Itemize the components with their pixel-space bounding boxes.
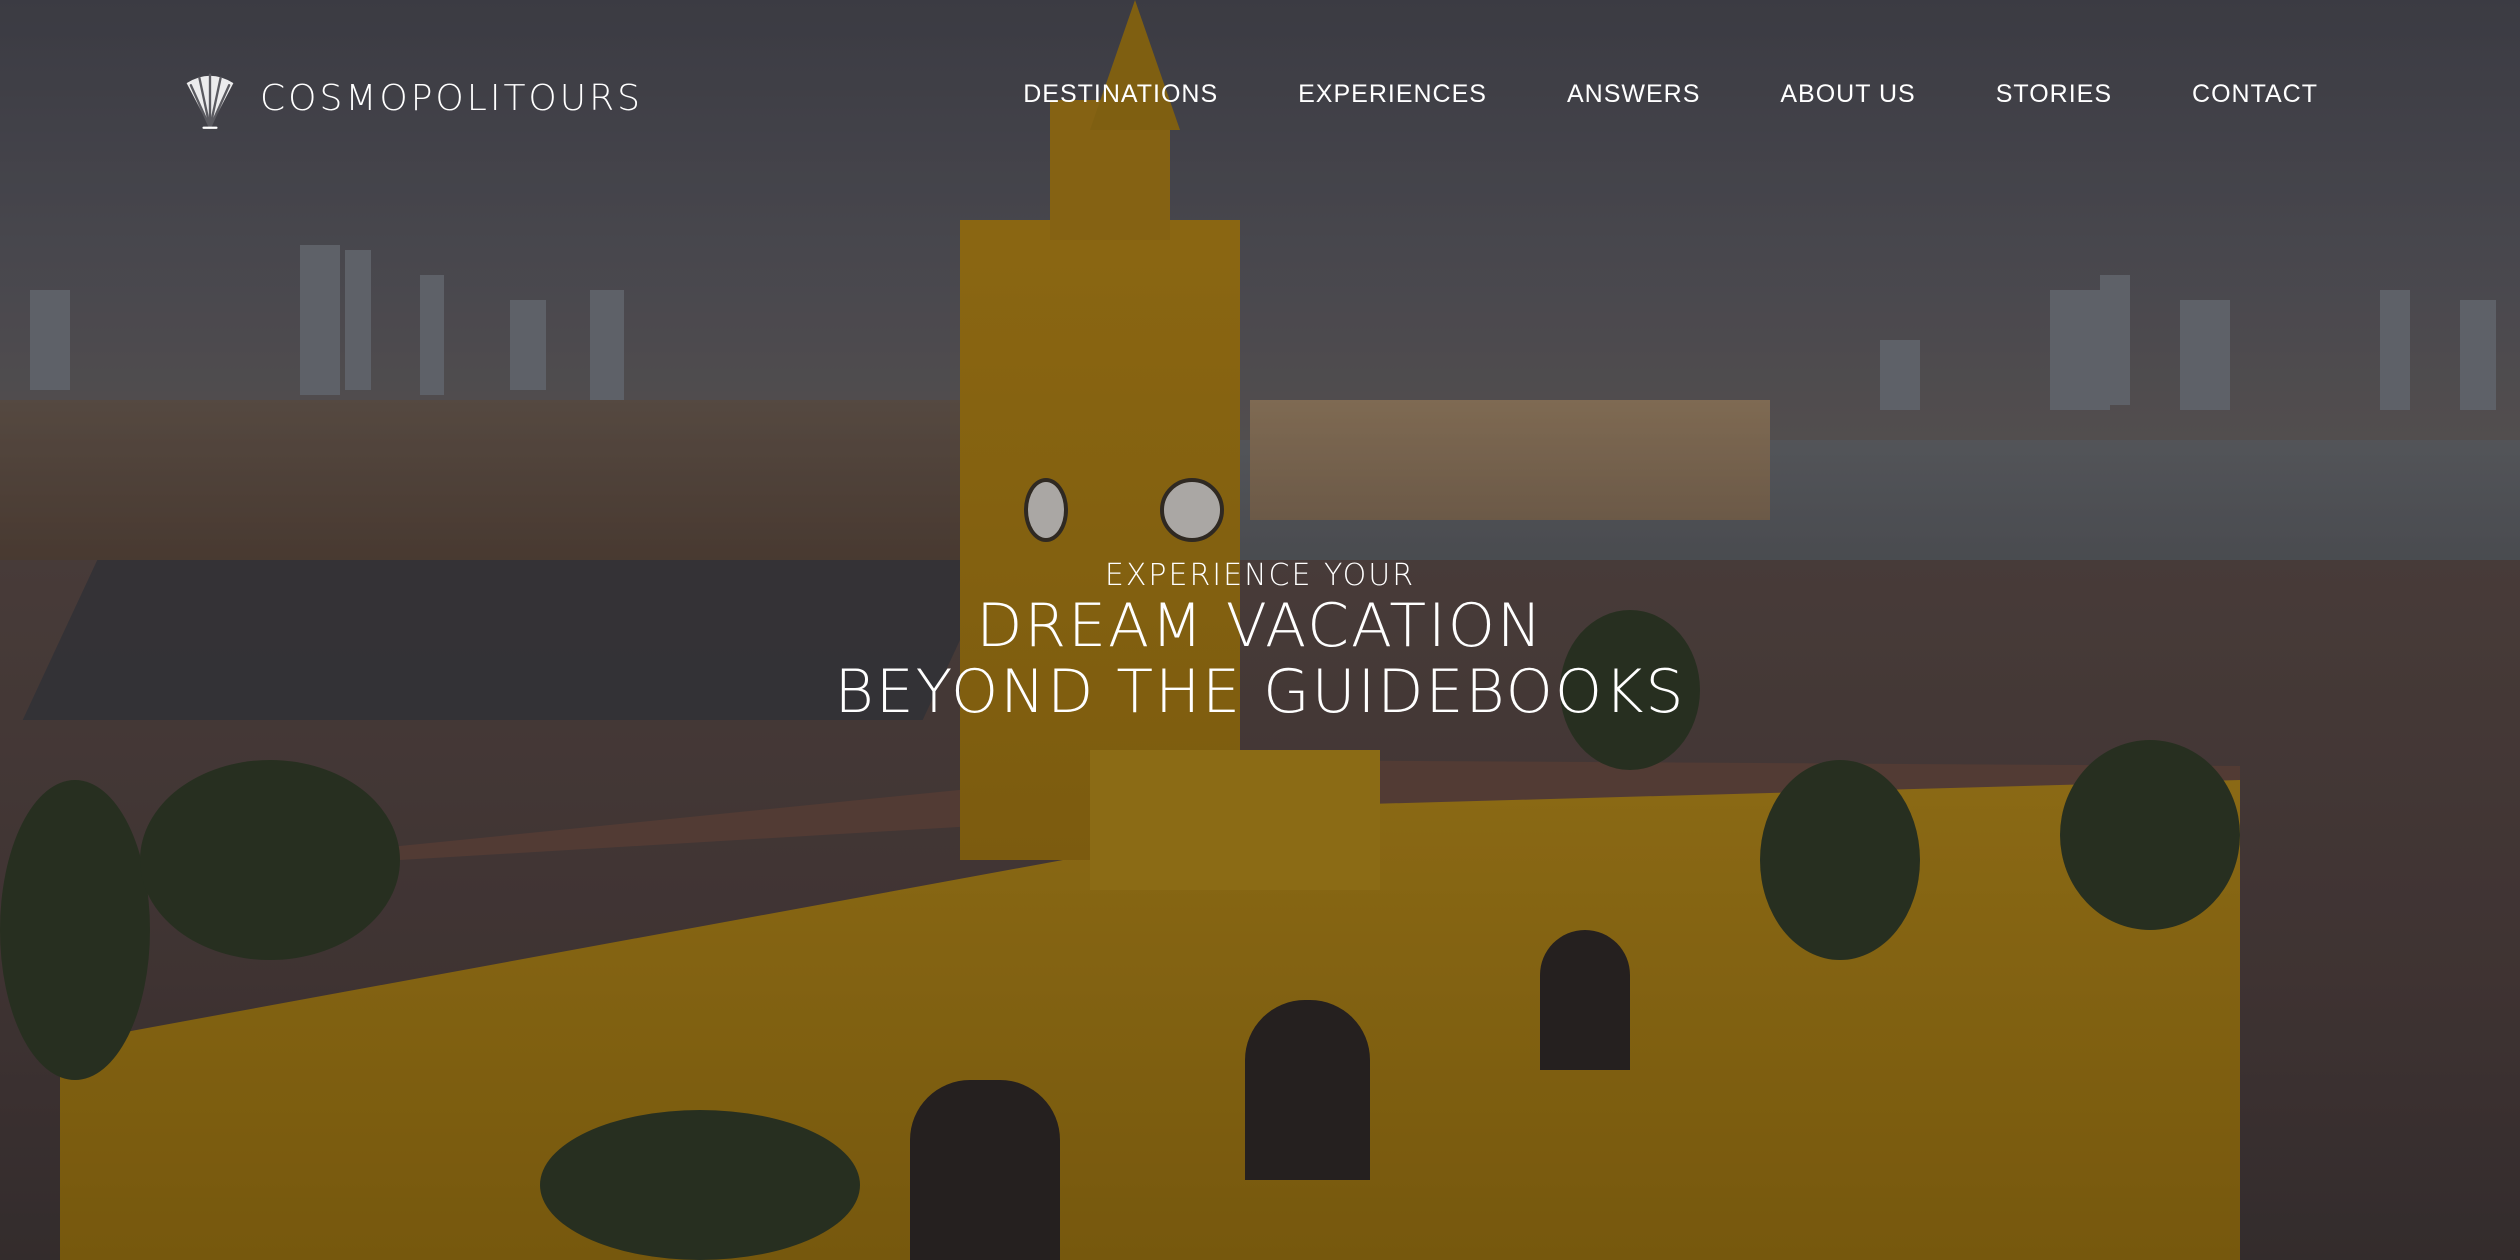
nav-about-us[interactable]: ABOUT US [1780, 80, 1915, 109]
nav-destinations[interactable]: DESTINATIONS [1023, 80, 1218, 109]
nav-stories[interactable]: STORIES [1996, 80, 2112, 109]
main-nav: DESTINATIONS EXPERIENCES ANSWERS ABOUT U… [1023, 80, 2318, 109]
hero-headline: EXPERIENCE YOUR DREAM VACATION BEYOND TH… [0, 558, 2520, 725]
hero-title-line-2: BEYOND THE GUIDEBOOKS [834, 657, 1686, 727]
shell-fan-icon [186, 73, 234, 129]
hero-title-line-1: DREAM VACATION [976, 591, 1544, 661]
brand-name: COSMOPOLITOURS [260, 77, 643, 119]
nav-contact[interactable]: CONTACT [2192, 80, 2318, 109]
brand-home-link[interactable]: COSMOPOLITOURS [176, 64, 643, 132]
nav-experiences[interactable]: EXPERIENCES [1298, 80, 1487, 109]
hero-kicker: EXPERIENCE YOUR [1104, 558, 1416, 593]
nav-answers[interactable]: ANSWERS [1567, 80, 1700, 109]
